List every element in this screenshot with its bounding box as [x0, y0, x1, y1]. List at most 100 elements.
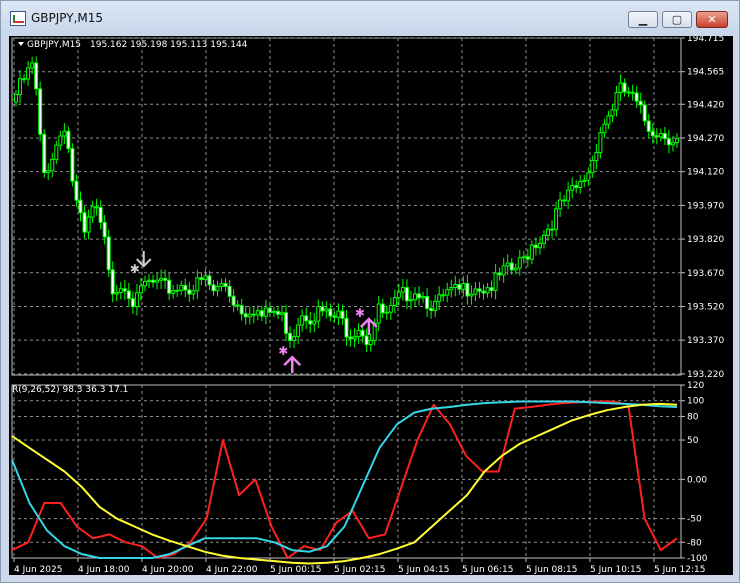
candle	[368, 340, 373, 346]
buy-arrow-icon	[283, 355, 302, 374]
candle	[352, 336, 357, 340]
candle	[477, 288, 482, 292]
indicator-legend: R(9,26,52) 98.3 36.3 17.1	[12, 385, 128, 395]
candle	[70, 148, 75, 182]
price-chart[interactable]: ✱ ✱ ✱ 194.715 194.565 194.420 194.270 194.120 1…	[9, 34, 733, 575]
candle	[493, 272, 498, 291]
candle	[445, 289, 450, 296]
star-marker-icon: ✱	[355, 306, 365, 320]
candle	[324, 308, 329, 312]
candle	[666, 138, 671, 146]
close-icon: ✕	[707, 13, 717, 26]
chart-menu-arrow-icon[interactable]	[18, 42, 24, 46]
time-axis-label: 4 Jun 18:00	[78, 565, 130, 575]
candle	[622, 82, 627, 93]
candle	[58, 135, 63, 146]
candle	[332, 315, 337, 318]
candle	[485, 287, 490, 294]
candle	[42, 133, 47, 174]
candle	[106, 236, 111, 271]
candle	[183, 284, 188, 291]
candle	[284, 312, 289, 334]
candle	[546, 228, 550, 236]
candle	[501, 265, 506, 276]
candle	[275, 310, 280, 315]
candle	[86, 216, 91, 233]
candle	[570, 185, 575, 191]
candle	[344, 317, 349, 338]
candle	[457, 284, 462, 290]
candle	[18, 78, 23, 96]
candle	[590, 160, 595, 174]
candle	[195, 277, 200, 292]
candle	[453, 284, 458, 288]
candle	[550, 228, 555, 231]
star-marker-icon: ✱	[278, 344, 288, 358]
candle	[388, 305, 393, 313]
terminal-window: GBPJPY,M15 ▁ ▢ ✕ ✱ ✱ ✱ 194.715 194.565 194.4…	[0, 0, 740, 583]
candle	[449, 286, 454, 291]
price-axis-label: 193.370	[687, 336, 724, 346]
candle	[417, 293, 422, 299]
candle	[509, 262, 514, 271]
time-axis-label: 5 Jun 06:15	[462, 565, 513, 575]
candle	[147, 279, 151, 282]
candle	[122, 288, 127, 292]
candle	[179, 284, 184, 291]
indicator-axis-label: 80	[687, 412, 699, 422]
candle	[159, 277, 164, 281]
candle	[118, 288, 123, 294]
candle	[235, 304, 240, 307]
candle	[300, 315, 305, 326]
candle	[562, 199, 567, 202]
time-axis-label: 5 Jun 08:15	[526, 565, 577, 575]
minimize-icon: ▁	[638, 13, 648, 26]
candle	[413, 293, 417, 301]
price-axis-label: 194.565	[687, 68, 724, 78]
candle	[566, 189, 571, 202]
chart-area[interactable]: ✱ ✱ ✱ 194.715 194.565 194.420 194.270 194.120 1…	[9, 34, 733, 575]
candle	[610, 109, 615, 117]
time-axis-label: 5 Jun 12:15	[654, 565, 705, 575]
candle	[380, 303, 385, 314]
main-legend-symbol: GBPJPY,M15	[27, 40, 81, 50]
candle	[138, 285, 143, 294]
candle	[340, 310, 345, 319]
candle	[529, 244, 534, 260]
maximize-button[interactable]: ▢	[662, 11, 692, 28]
main-legend-ohlc: 195.162 195.198 195.113 195.144	[90, 40, 248, 50]
candle	[505, 262, 510, 267]
candle	[517, 257, 522, 269]
candle	[247, 313, 252, 318]
candle	[356, 329, 361, 338]
price-axis-label: 193.670	[687, 269, 724, 279]
candle	[642, 104, 647, 122]
indicator-axis-label: 0.00	[687, 475, 707, 485]
candle	[376, 303, 381, 324]
price-axis-label: 193.820	[687, 235, 724, 245]
candle	[30, 62, 35, 69]
indicator-line-yellow	[11, 402, 678, 565]
title-bar[interactable]: GBPJPY,M15 ▁ ▢ ✕	[1, 1, 739, 35]
candle	[606, 115, 611, 125]
candle	[175, 289, 180, 292]
candle	[22, 78, 27, 81]
candle	[155, 279, 160, 283]
candle	[54, 144, 59, 160]
candle	[578, 181, 583, 188]
candle	[312, 320, 317, 325]
minimize-button[interactable]: ▁	[628, 11, 658, 28]
candle	[110, 269, 115, 295]
candle	[243, 313, 248, 318]
candle	[425, 295, 430, 310]
candle	[34, 62, 39, 90]
candle	[292, 336, 297, 341]
candle	[251, 313, 256, 316]
candle	[50, 158, 55, 172]
candle	[489, 287, 494, 291]
price-axis-label: 194.420	[687, 100, 724, 110]
candle	[90, 206, 95, 218]
close-button[interactable]: ✕	[696, 11, 728, 28]
candle	[219, 283, 224, 288]
indicator-axis-label: 100	[687, 397, 704, 407]
